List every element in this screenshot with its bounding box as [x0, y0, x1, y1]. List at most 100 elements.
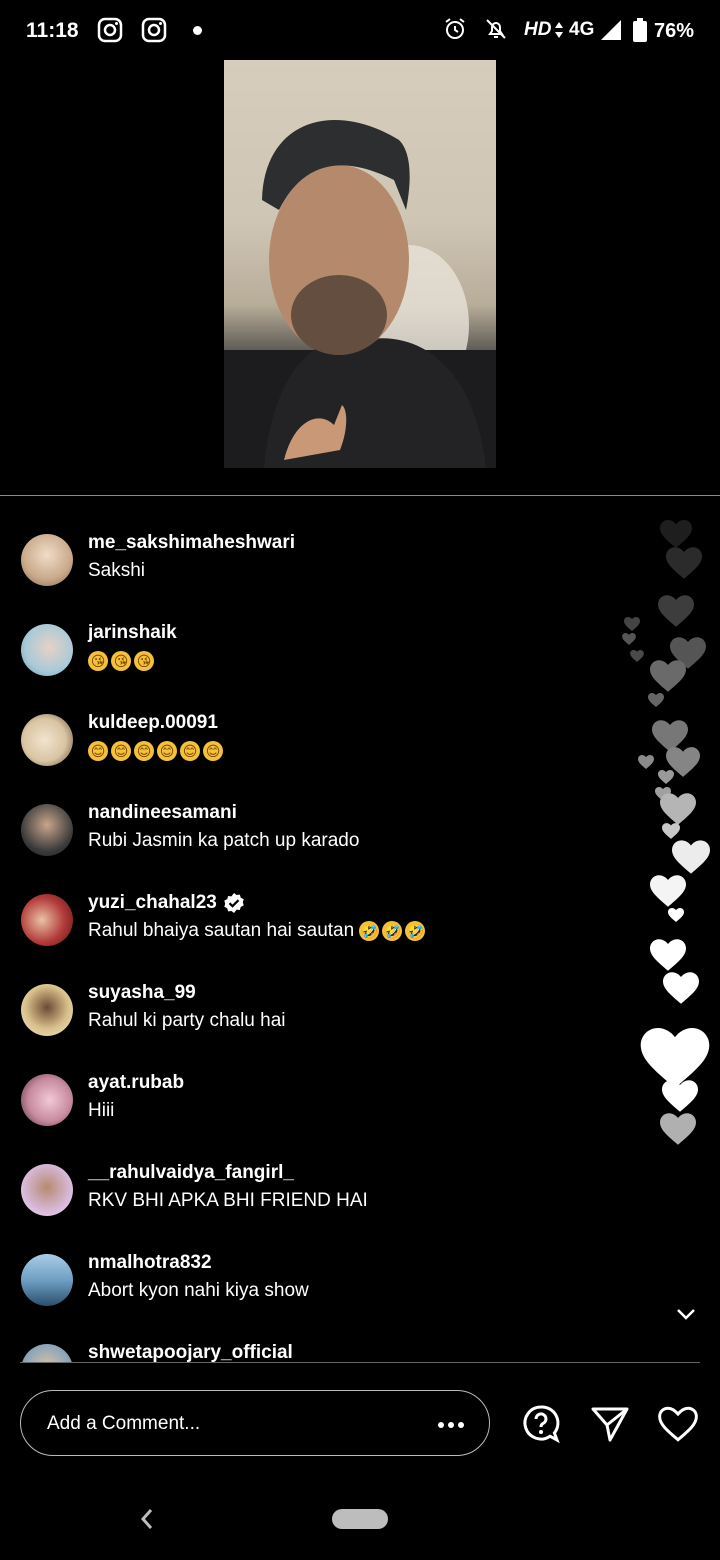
- comment-username[interactable]: yuzi_chahal23: [88, 892, 245, 914]
- avatar[interactable]: [21, 984, 73, 1036]
- comment-text: Abort kyon nahi kiya show: [88, 1280, 309, 1301]
- heart-icon: [660, 520, 692, 548]
- divider: [0, 495, 720, 496]
- system-nav-bar: [0, 1480, 720, 1560]
- heart-icon: [663, 972, 699, 1004]
- comments-list[interactable]: me_sakshimaheshwari Sakshi jarinshaik 😘 😘…: [0, 520, 640, 1362]
- heart-icon: [650, 875, 686, 907]
- comment-username[interactable]: ayat.rubab: [88, 1072, 184, 1094]
- notification-dot: [193, 26, 202, 35]
- kiss-emoji: 😘: [134, 650, 154, 671]
- comment-username[interactable]: jarinshaik: [88, 622, 177, 644]
- smile-emoji: 😊: [180, 740, 200, 761]
- heart-icon: [658, 770, 674, 784]
- network-label: 4G: [569, 19, 595, 40]
- status-time: 11:18: [26, 19, 79, 42]
- comment-username[interactable]: nmalhotra832: [88, 1252, 212, 1274]
- heart-icon: [660, 793, 696, 825]
- avatar[interactable]: [21, 1254, 73, 1306]
- comment-username[interactable]: me_sakshimaheshwari: [88, 532, 295, 554]
- comment-item[interactable]: ayat.rubab Hiii: [0, 1060, 640, 1150]
- divider: [20, 1362, 700, 1363]
- comment-username-text[interactable]: yuzi_chahal23: [88, 892, 217, 913]
- smile-emoji: 😊: [88, 740, 108, 761]
- network-hd-label: HD: [524, 19, 552, 40]
- verified-badge-icon: [224, 893, 244, 913]
- comment-item[interactable]: me_sakshimaheshwari Sakshi: [0, 520, 640, 610]
- heart-icon: [658, 595, 694, 627]
- rofl-emoji: 🤣: [359, 920, 380, 941]
- heart-icon: [650, 939, 686, 971]
- comment-username[interactable]: nandineesamani: [88, 802, 237, 824]
- comment-text-content: Rahul bhaiya sautan hai sautan: [88, 920, 355, 941]
- avatar[interactable]: [21, 1344, 73, 1362]
- video-frame-image: [224, 120, 496, 468]
- heart-icon: [640, 1028, 710, 1088]
- comment-item[interactable]: suyasha_99 Rahul ki party chalu hai: [0, 970, 640, 1060]
- comment-item[interactable]: shwetapoojary_official: [0, 1330, 640, 1362]
- back-icon[interactable]: [138, 1506, 156, 1532]
- status-bar: 11:18 HD 4G 76%: [0, 0, 720, 60]
- comment-item[interactable]: nmalhotra832 Abort kyon nahi kiya show: [0, 1240, 640, 1330]
- avatar[interactable]: [21, 1164, 73, 1216]
- rofl-emoji: 🤣: [382, 920, 403, 941]
- rofl-emoji: 🤣: [405, 920, 426, 941]
- smile-emoji: 😊: [203, 740, 223, 761]
- battery-percent: 76%: [654, 20, 695, 42]
- heart-icon: [662, 1080, 698, 1112]
- smile-emoji: 😊: [157, 740, 177, 761]
- floating-hearts: [610, 515, 720, 1155]
- heart-icon: [650, 660, 686, 692]
- avatar[interactable]: [21, 894, 73, 946]
- comment-placeholder[interactable]: Add a Comment...: [47, 1413, 200, 1435]
- heart-icon[interactable]: [657, 1404, 699, 1444]
- question-icon[interactable]: [521, 1404, 561, 1444]
- comment-text: Rahul ki party chalu hai: [88, 1010, 286, 1031]
- home-pill[interactable]: [332, 1509, 388, 1529]
- avatar[interactable]: [21, 534, 73, 586]
- smile-emoji: 😊: [111, 740, 131, 761]
- mute-icon: [486, 19, 506, 39]
- heart-icon: [660, 1113, 696, 1145]
- battery-icon: [633, 18, 647, 42]
- comment-text: 😘 😘 😘: [88, 650, 157, 672]
- signal-icon: [601, 20, 621, 40]
- heart-icon: [648, 693, 664, 707]
- kiss-emoji: 😘: [88, 650, 108, 671]
- comment-text: Rubi Jasmin ka patch up karado: [88, 830, 360, 851]
- comment-username[interactable]: __rahulvaidya_fangirl_: [88, 1162, 294, 1184]
- comment-text: Hiii: [88, 1100, 115, 1121]
- heart-icon: [668, 908, 684, 922]
- comment-item[interactable]: kuldeep.00091 😊 😊 😊 😊 😊 😊: [0, 700, 640, 790]
- heart-icon: [672, 840, 710, 874]
- comment-username[interactable]: suyasha_99: [88, 982, 196, 1004]
- heart-icon: [638, 755, 654, 769]
- comment-input[interactable]: Add a Comment...: [20, 1390, 490, 1456]
- avatar[interactable]: [21, 624, 73, 676]
- comment-username[interactable]: kuldeep.00091: [88, 712, 218, 734]
- heart-icon: [630, 650, 644, 662]
- avatar[interactable]: [21, 804, 73, 856]
- chevron-down-icon[interactable]: [672, 1300, 700, 1328]
- instagram-icon: [97, 17, 123, 43]
- smile-emoji: 😊: [134, 740, 154, 761]
- comment-text: RKV BHI APKA BHI FRIEND HAI: [88, 1190, 368, 1211]
- more-icon[interactable]: [437, 1421, 465, 1429]
- live-video[interactable]: [224, 60, 496, 468]
- comment-item[interactable]: nandineesamani Rubi Jasmin ka patch up k…: [0, 790, 640, 880]
- comment-username[interactable]: shwetapoojary_official: [88, 1342, 293, 1362]
- comment-item[interactable]: __rahulvaidya_fangirl_ RKV BHI APKA BHI …: [0, 1150, 640, 1240]
- heart-icon: [622, 633, 636, 645]
- avatar[interactable]: [21, 1074, 73, 1126]
- send-icon[interactable]: [590, 1404, 630, 1444]
- instagram-icon: [141, 17, 167, 43]
- avatar[interactable]: [21, 714, 73, 766]
- comment-item[interactable]: yuzi_chahal23 Rahul bhaiya sautan hai sa…: [0, 880, 640, 970]
- heart-icon: [666, 547, 702, 579]
- comment-item[interactable]: jarinshaik 😘 😘 😘: [0, 610, 640, 700]
- alarm-icon: [445, 18, 465, 39]
- comment-text: 😊 😊 😊 😊 😊 😊: [88, 740, 226, 762]
- comment-text: Sakshi: [88, 560, 146, 581]
- heart-icon: [624, 617, 640, 631]
- comment-text: Rahul bhaiya sautan hai sautan 🤣 🤣 🤣: [88, 920, 428, 942]
